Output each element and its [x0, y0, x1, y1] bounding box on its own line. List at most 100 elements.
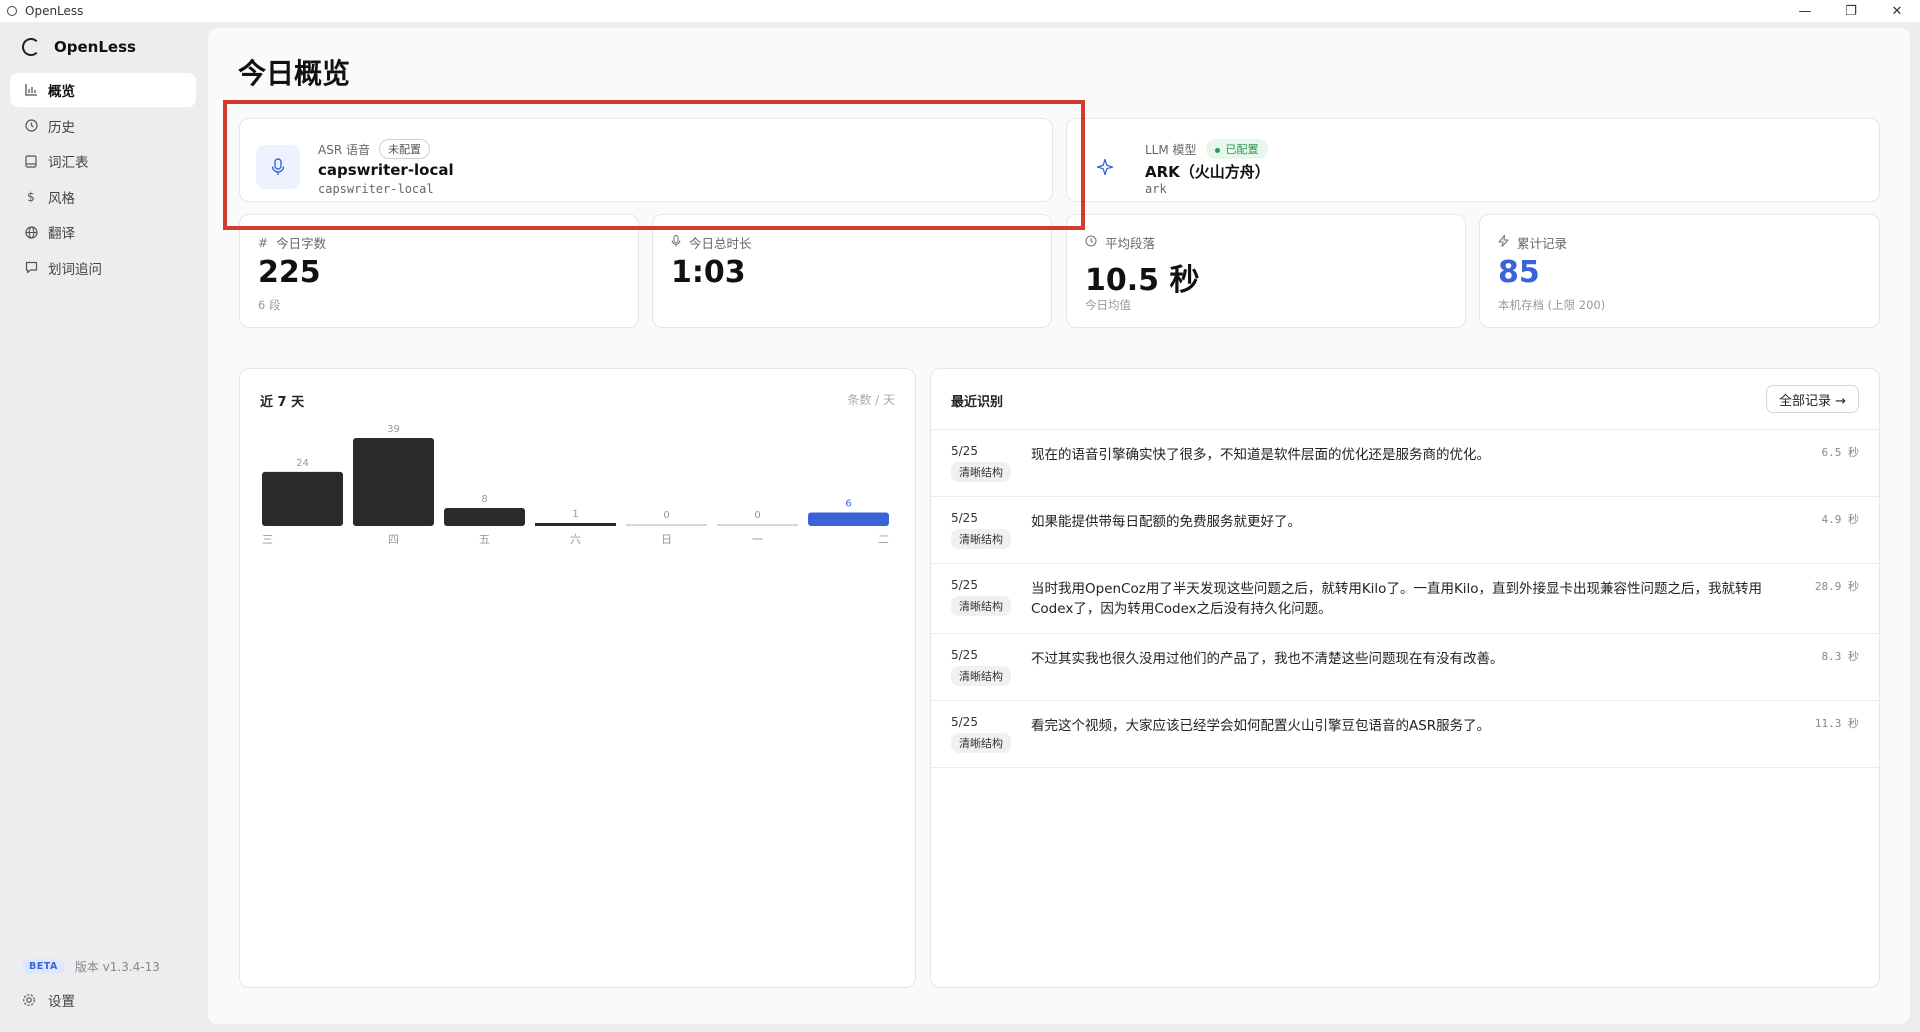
stat-label: 平均段落	[1105, 236, 1156, 251]
chart-tick-label: 日	[661, 533, 672, 546]
chart-tick-label: 五	[479, 533, 490, 546]
recent-title: 最近识别	[951, 395, 1004, 410]
stat-card-duration: 今日总时长 1:03	[652, 214, 1052, 328]
chart-tick-label: 三	[262, 533, 273, 546]
window-title: OpenLess	[25, 4, 84, 18]
title-bar: OpenLess — ❐ ✕	[0, 0, 1920, 22]
item-duration: 6.5 秒	[1821, 446, 1860, 459]
chart-bar	[626, 524, 707, 526]
app-icon	[7, 6, 17, 16]
openless-logo-icon	[22, 38, 40, 56]
stat-card-average: 平均段落 10.5 秒 今日均值	[1066, 214, 1466, 328]
stat-value: 1:03	[671, 255, 746, 290]
asr-status-badge: 未配置	[378, 139, 430, 159]
sidebar-item-translate[interactable]: 翻译	[10, 215, 196, 249]
version-text: 版本 v1.3.4-13	[74, 960, 160, 974]
sidebar-item-label: 划词追问	[48, 261, 102, 278]
chart-tick-label: 二	[878, 533, 889, 546]
sidebar: OpenLess 概览 历史 词汇表 $ 风格 翻译 划词追问 BETA 版本 …	[0, 22, 206, 1032]
version-info: BETA 版本 v1.3.4-13	[22, 958, 160, 975]
llm-provider-name: ARK（火山方舟）	[1145, 163, 1270, 181]
chart-data-label: 24	[296, 458, 309, 469]
stat-label: 今日总时长	[689, 236, 752, 251]
chart-data-label: 8	[481, 494, 487, 505]
llm-card[interactable]: LLM 模型 已配置 ARK（火山方舟） ark	[1066, 118, 1880, 202]
item-duration: 8.3 秒	[1821, 650, 1860, 663]
chart-tick-label: 六	[570, 533, 581, 546]
list-item[interactable]: 5/25 清晰结构 现在的语音引擎确实快了很多，不知道是软件层面的优化还是服务商…	[931, 430, 1879, 497]
llm-status-badge: 已配置	[1205, 139, 1268, 159]
bolt-icon	[1498, 234, 1509, 250]
settings-label: 设置	[48, 994, 75, 1010]
status-dot-icon	[1214, 147, 1220, 153]
chart-data-label: 0	[663, 510, 669, 521]
chart-data-label: 0	[754, 510, 760, 521]
chart-bar	[444, 507, 525, 526]
list-item[interactable]: 5/25 清晰结构 不过其实我也很久没用过他们的产品了，我也不清楚这些问题现在有…	[931, 634, 1879, 701]
recent-card: 最近识别 全部记录 → 5/25 清晰结构 现在的语音引擎确实快了很多，不知道是…	[930, 368, 1880, 988]
sidebar-item-label: 历史	[48, 119, 75, 136]
clock-icon	[1085, 235, 1097, 250]
asr-card[interactable]: ASR 语音 未配置 capswriter-local capswriter-l…	[239, 118, 1053, 202]
item-duration: 4.9 秒	[1821, 513, 1860, 526]
chart-bar	[808, 512, 889, 526]
chart-unit: 条数 / 天	[847, 393, 895, 407]
stat-foot: 今日均值	[1085, 298, 1131, 312]
sidebar-item-word-query[interactable]: 划词追问	[10, 251, 196, 285]
chart-data-label: 1	[572, 509, 578, 520]
sidebar-item-vocabulary[interactable]: 词汇表	[10, 144, 196, 178]
list-item[interactable]: 5/25 清晰结构 如果能提供带每日配额的免费服务就更好了。 4.9 秒	[931, 497, 1879, 564]
item-text: 看完这个视频，大家应该已经学会如何配置火山引擎豆包语音的ASR服务了。	[1031, 718, 1491, 734]
sidebar-item-history[interactable]: 历史	[10, 109, 196, 143]
chart-title: 近 7 天	[260, 395, 305, 410]
chart-tick-label: 四	[388, 533, 399, 546]
all-records-button[interactable]: 全部记录 →	[1765, 385, 1859, 413]
weekly-chart-card: 近 7 天 条数 / 天 24 三 39 四 8 五 1 六 0 日 0 一 6 二	[239, 368, 916, 988]
recent-list: 5/25 清晰结构 现在的语音引擎确实快了很多，不知道是软件层面的优化还是服务商…	[931, 429, 1879, 768]
llm-label: LLM 模型	[1145, 142, 1197, 157]
item-date: 5/25	[951, 648, 978, 662]
asr-provider-name: capswriter-local	[318, 161, 454, 179]
item-text: 如果能提供带每日配额的免费服务就更好了。	[1031, 514, 1301, 530]
item-date: 5/25	[951, 578, 978, 592]
chart-bar	[262, 471, 343, 526]
chart-bar	[353, 438, 434, 526]
llm-provider-id: ark	[1145, 182, 1167, 196]
chart-data-label: 39	[387, 425, 400, 435]
globe-icon	[24, 225, 38, 239]
book-icon	[24, 154, 38, 168]
stat-label: 累计记录	[1517, 236, 1568, 251]
hash-icon: #	[258, 235, 269, 250]
main-panel: 今日概览 ASR 语音 未配置 capswriter-local capswri…	[208, 28, 1910, 1024]
chart-bar	[717, 524, 798, 526]
list-item[interactable]: 5/25 清晰结构 看完这个视频，大家应该已经学会如何配置火山引擎豆包语音的AS…	[931, 701, 1879, 768]
mic-icon	[671, 234, 681, 250]
mic-icon	[256, 145, 300, 189]
item-text: 不过其实我也很久没用过他们的产品了，我也不清楚这些问题现在有没有改善。	[1031, 651, 1504, 667]
chat-icon	[24, 261, 38, 275]
stat-foot: 本机存档 (上限 200)	[1498, 298, 1606, 312]
item-tag: 清晰结构	[951, 666, 1011, 686]
item-tag: 清晰结构	[951, 733, 1011, 753]
sidebar-item-overview[interactable]: 概览	[10, 73, 196, 107]
sidebar-item-style[interactable]: $ 风格	[10, 180, 196, 214]
sidebar-item-label: 翻译	[48, 226, 75, 242]
sparkle-icon	[1083, 145, 1127, 189]
item-duration: 11.3 秒	[1814, 717, 1859, 730]
close-button[interactable]: ✕	[1874, 0, 1920, 22]
item-tag: 清晰结构	[951, 529, 1011, 549]
sidebar-item-label: 词汇表	[48, 155, 89, 171]
minimize-button[interactable]: —	[1782, 0, 1828, 22]
sidebar-item-settings[interactable]: 设置	[22, 990, 75, 1010]
stat-foot: 6 段	[258, 298, 281, 312]
clock-icon	[24, 119, 38, 133]
brand: OpenLess	[22, 38, 136, 56]
chart-tick-label: 一	[752, 533, 763, 546]
page-title: 今日概览	[238, 57, 351, 90]
sidebar-item-label: 风格	[48, 190, 75, 207]
sidebar-nav: 概览 历史 词汇表 $ 风格 翻译 划词追问	[10, 73, 196, 286]
item-date: 5/25	[951, 715, 978, 729]
restore-button[interactable]: ❐	[1828, 0, 1874, 22]
list-item[interactable]: 5/25 清晰结构 当时我用OpenCoz用了半天发现这些问题之后，就转用Kil…	[931, 564, 1879, 634]
sidebar-item-label: 概览	[48, 84, 75, 100]
